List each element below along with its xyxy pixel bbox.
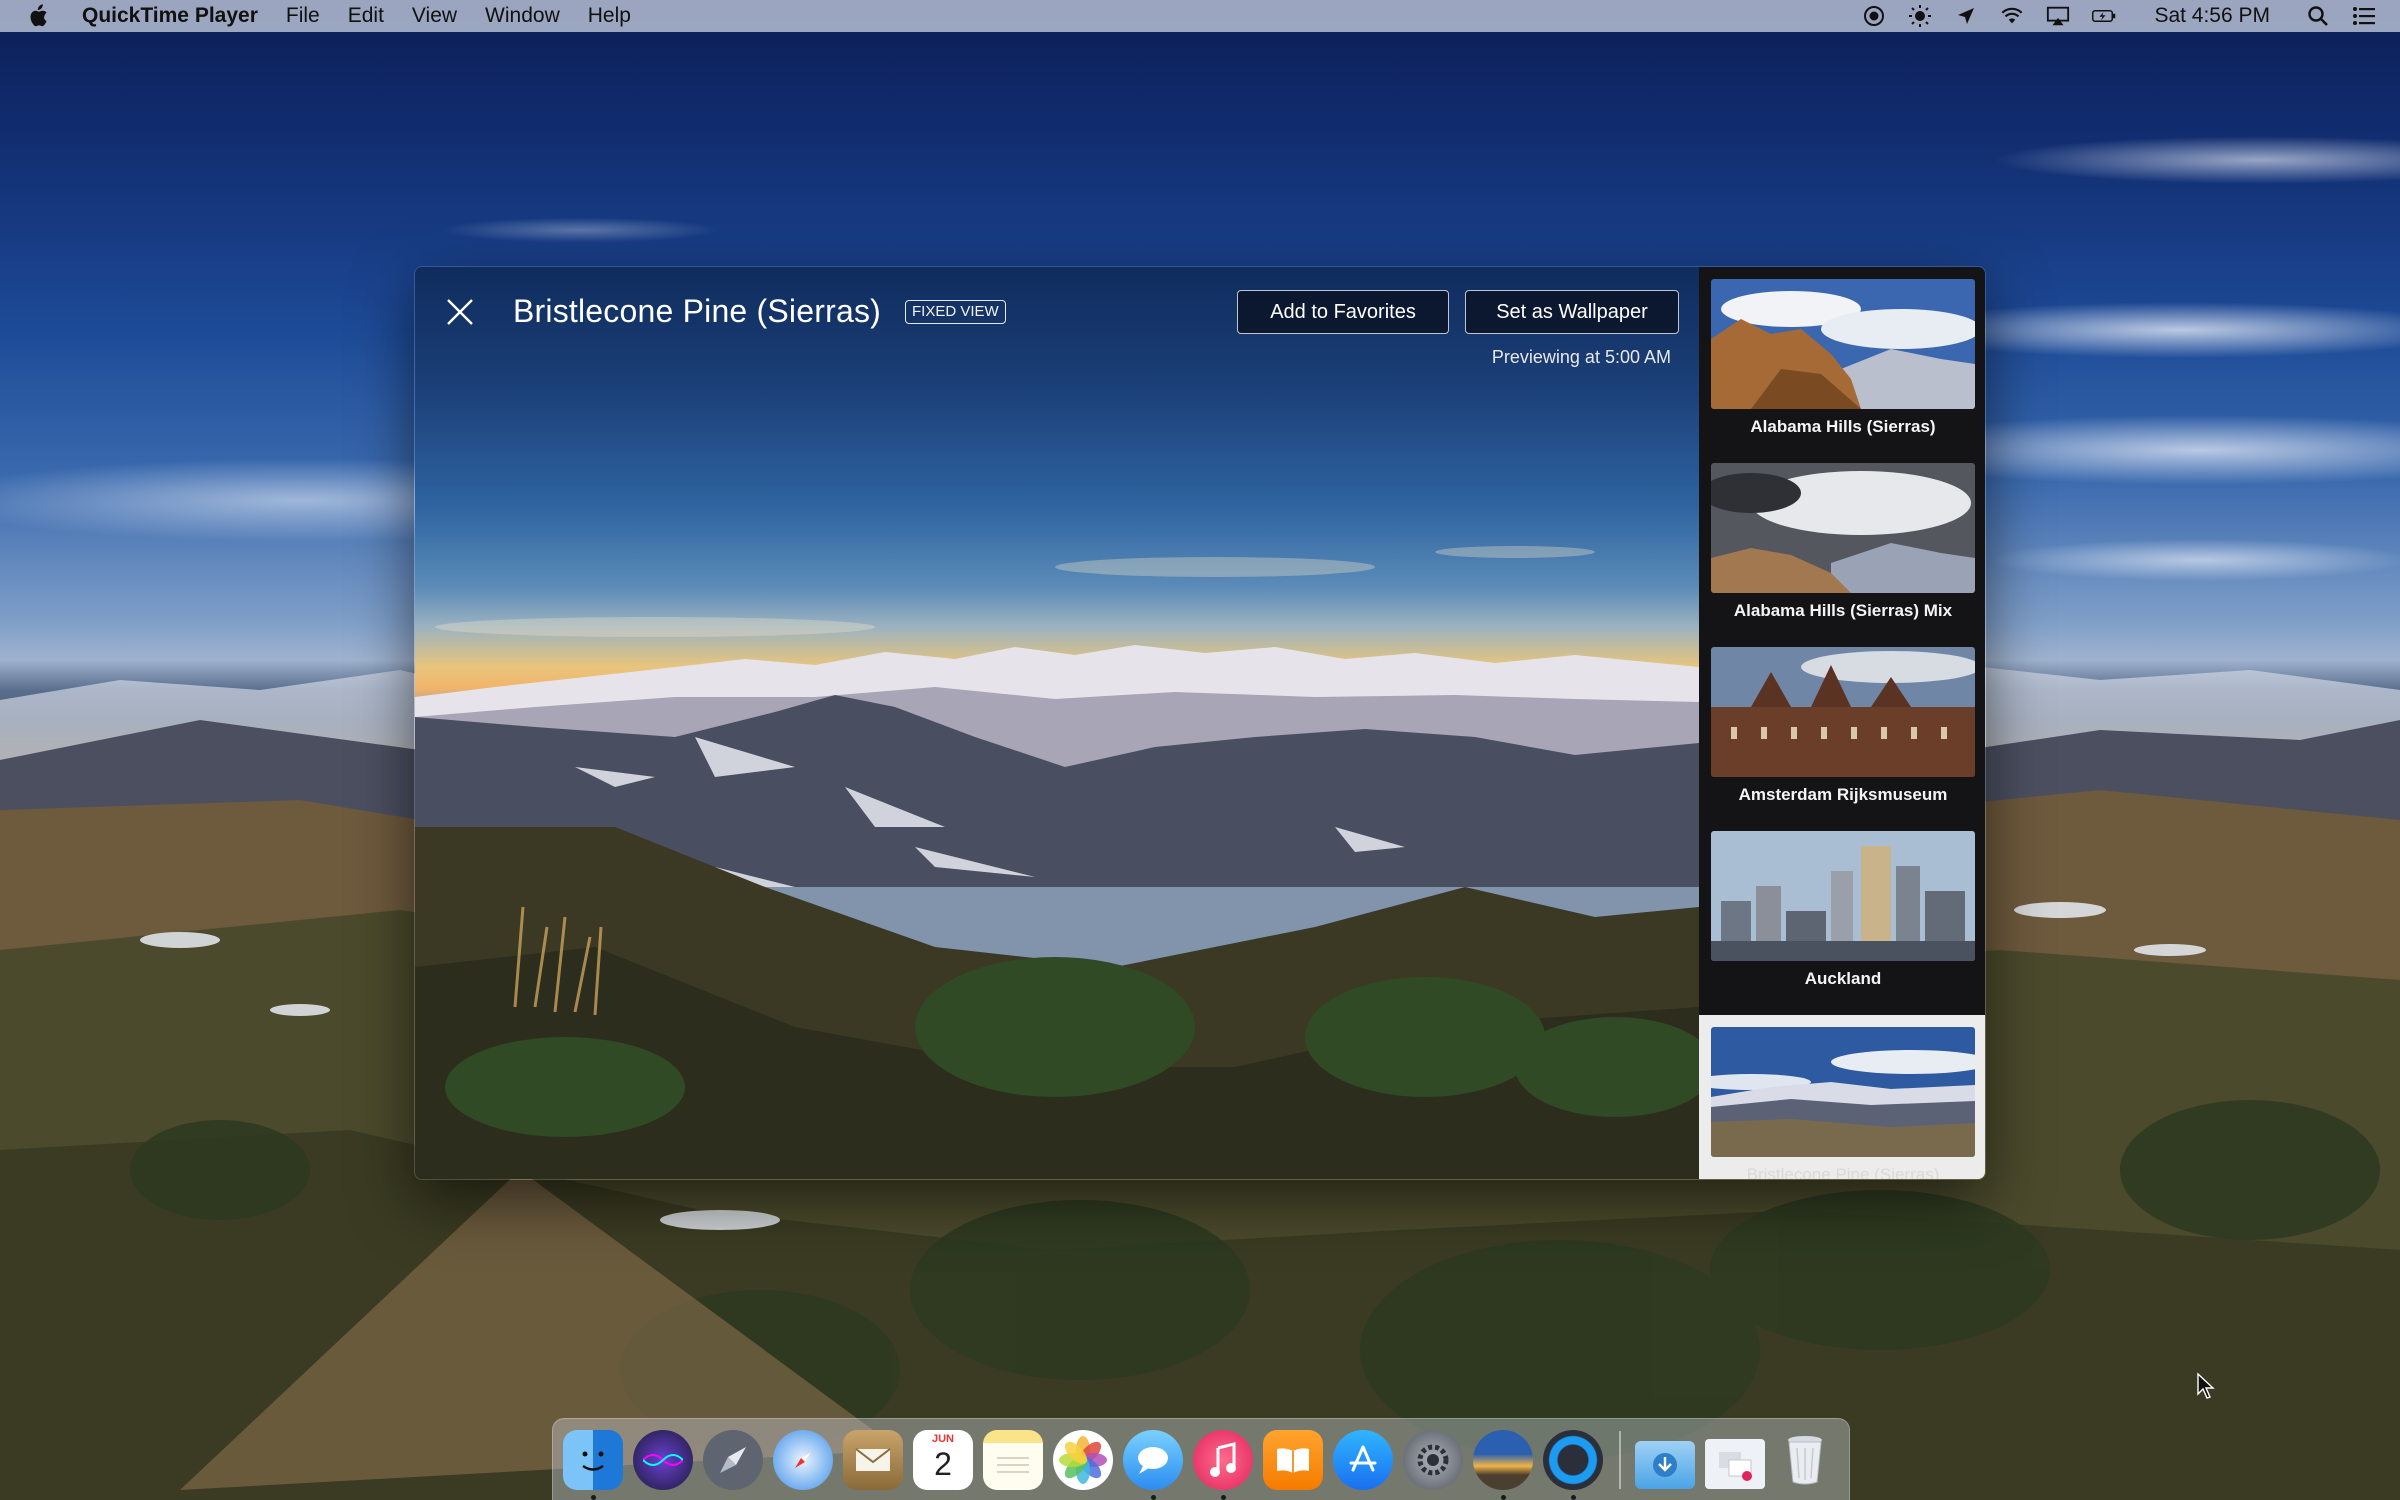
menu-help[interactable]: Help xyxy=(588,4,631,28)
close-button[interactable] xyxy=(443,295,477,329)
thumbnail-bristlecone-pine xyxy=(1711,1027,1975,1157)
photos-icon[interactable] xyxy=(1053,1429,1113,1490)
calendar-icon[interactable]: JUN 2 xyxy=(913,1429,973,1490)
location-icon[interactable] xyxy=(1954,4,1978,28)
thumbnail-alabama-hills-mix xyxy=(1711,463,1975,593)
wifi-icon[interactable] xyxy=(2000,4,2024,28)
dock: JUN 2 xyxy=(552,1418,1850,1500)
fixed-view-badge: FIXED VIEW xyxy=(905,300,1006,324)
calendar-day: 2 xyxy=(934,1445,952,1482)
add-to-favorites-button[interactable]: Add to Favorites xyxy=(1237,290,1449,334)
menu-bar: QuickTime Player File Edit View Window H… xyxy=(0,0,2400,32)
siri-icon[interactable] xyxy=(633,1429,693,1490)
list-item-alabama-hills[interactable]: Alabama Hills (Sierras) xyxy=(1711,279,1975,463)
menu-file[interactable]: File xyxy=(286,4,320,28)
menu-edit[interactable]: Edit xyxy=(348,4,384,28)
calendar-month: JUN xyxy=(931,1432,954,1445)
menu-view[interactable]: View xyxy=(412,4,457,28)
preview-title: Bristlecone Pine (Sierras) xyxy=(513,293,881,329)
music-icon[interactable] xyxy=(1193,1429,1253,1500)
quicktime-icon[interactable] xyxy=(1543,1429,1603,1500)
spotlight-search-icon[interactable] xyxy=(2306,4,2330,28)
messages-icon[interactable] xyxy=(1123,1429,1183,1500)
brightness-icon[interactable] xyxy=(1908,4,1932,28)
notes-icon[interactable] xyxy=(983,1429,1043,1490)
video-preview: Bristlecone Pine (Sierras) FIXED VIEW Ad… xyxy=(415,267,1699,1179)
app-store-icon[interactable] xyxy=(1333,1429,1393,1490)
mail-icon[interactable] xyxy=(843,1429,903,1490)
list-item-alabama-hills-mix[interactable]: Alabama Hills (Sierras) Mix xyxy=(1711,463,1975,647)
notification-center-icon[interactable] xyxy=(2352,4,2376,28)
close-icon xyxy=(447,299,473,325)
previewing-time-label: Previewing at 5:00 AM xyxy=(1491,347,1671,367)
thumbnail-auckland xyxy=(1711,831,1975,961)
menu-window[interactable]: Window xyxy=(485,4,560,28)
menubar-clock[interactable]: Sat 4:56 PM xyxy=(2154,4,2270,28)
list-item-label: Alabama Hills (Sierras) Mix xyxy=(1733,601,1953,620)
dock-separator xyxy=(1619,1430,1621,1489)
list-item-label: Bristlecone Pine (Sierras) xyxy=(1746,1165,1940,1180)
set-as-wallpaper-button[interactable]: Set as Wallpaper xyxy=(1465,290,1679,334)
finder-icon[interactable] xyxy=(563,1429,623,1500)
documents-stack-icon[interactable] xyxy=(1705,1438,1765,1489)
screen-record-icon[interactable] xyxy=(1862,4,1886,28)
list-item-label: Alabama Hills (Sierras) xyxy=(1750,417,1936,436)
battery-icon[interactable] xyxy=(2092,4,2116,28)
list-item-label: Auckland xyxy=(1804,969,1882,988)
screensaver-list: Alabama Hills (Sierras) Alabama Hills (S… xyxy=(1699,267,1985,1180)
trash-icon[interactable] xyxy=(1775,1430,1835,1490)
list-item-label: Amsterdam Rijksmuseum xyxy=(1738,785,1948,804)
menu-app-name[interactable]: QuickTime Player xyxy=(82,4,258,28)
mouse-cursor-icon xyxy=(2197,1372,2215,1399)
apple-menu-icon[interactable] xyxy=(26,3,52,29)
aerial-icon[interactable] xyxy=(1473,1429,1533,1500)
list-item-bristlecone-pine[interactable]: Bristlecone Pine (Sierras) xyxy=(1699,1015,1985,1180)
system-preferences-icon[interactable] xyxy=(1403,1429,1463,1490)
aerial-preview-window: Bristlecone Pine (Sierras) FIXED VIEW Ad… xyxy=(414,266,1986,1180)
books-icon[interactable] xyxy=(1263,1429,1323,1490)
downloads-folder-icon[interactable] xyxy=(1635,1440,1695,1489)
airplay-icon[interactable] xyxy=(2046,4,2070,28)
safari-icon[interactable] xyxy=(773,1429,833,1490)
list-item-auckland[interactable]: Auckland xyxy=(1711,831,1975,1015)
thumbnail-alabama-hills xyxy=(1711,279,1975,409)
thumbnail-amsterdam-rijksmuseum xyxy=(1711,647,1975,777)
preview-landscape xyxy=(415,546,1699,1179)
launchpad-icon[interactable] xyxy=(703,1429,763,1490)
list-item-amsterdam-rijksmuseum[interactable]: Amsterdam Rijksmuseum xyxy=(1711,647,1975,831)
